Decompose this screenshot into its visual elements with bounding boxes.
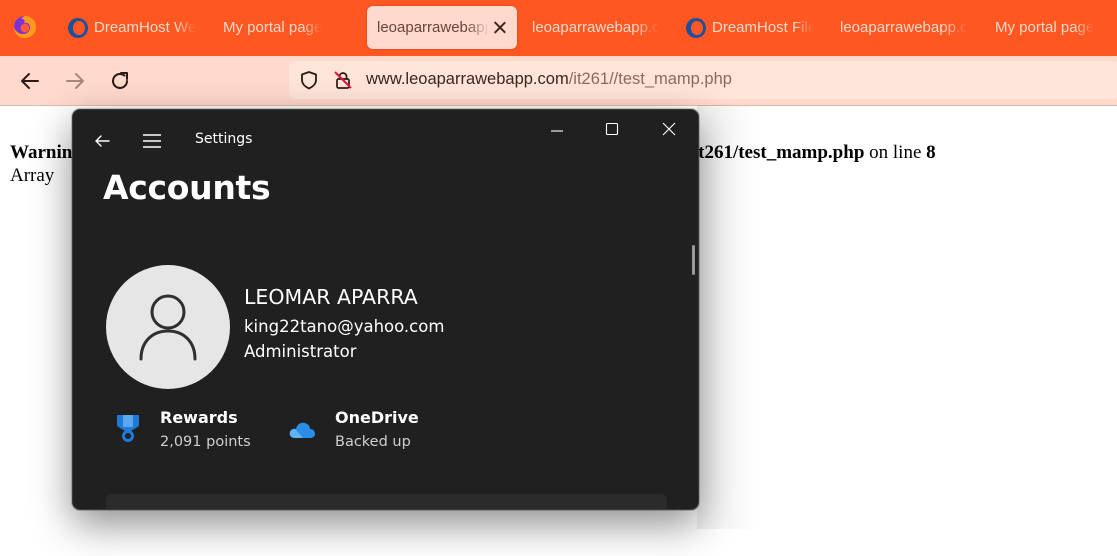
url-path: /it261//test_mamp.php [568, 70, 732, 88]
person-icon [139, 294, 197, 361]
tab-label: DreamHost File [712, 19, 814, 36]
tab-leoaparrawebapp-active[interactable]: leoaparrawebapp [367, 6, 517, 49]
tab-my-portal-page[interactable]: My portal page [223, 6, 343, 49]
rewards-points: 2,091 points [160, 434, 251, 450]
tab-dreamhost-files[interactable]: DreamHost File [686, 6, 814, 49]
arrow-right-icon [66, 73, 84, 89]
window-shadow [697, 105, 762, 529]
user-role: Administrator [244, 342, 357, 361]
forward-button[interactable] [60, 66, 90, 96]
minimize-icon [551, 130, 563, 132]
scrollbar-thumb[interactable] [692, 245, 695, 275]
tab-label: leoaparrawebapp.c [532, 19, 660, 36]
maximize-button[interactable] [598, 118, 626, 140]
onedrive-title: OneDrive [335, 408, 419, 427]
url-domain: www.leoaparrawebapp.com [366, 70, 569, 88]
close-icon [662, 122, 676, 136]
tab-label: leoaparrawebapp.c [840, 19, 968, 36]
browser-tab-strip: DreamHost Web My portal page leoaparrawe… [0, 0, 1117, 56]
close-tab-icon[interactable] [491, 19, 509, 37]
warning-line-number: 8 [926, 142, 936, 163]
maximize-icon [605, 122, 619, 136]
tab-label: My portal page [995, 19, 1095, 36]
tab-leoaparrawebapp-2[interactable]: leoaparrawebapp.c [840, 6, 970, 49]
hamburger-menu-icon [143, 134, 161, 148]
back-button[interactable] [89, 130, 115, 152]
onedrive-status: Backed up [335, 434, 411, 450]
tab-label: DreamHost Web [94, 19, 196, 36]
dreamhost-icon [68, 17, 88, 38]
back-button[interactable] [15, 66, 45, 96]
arrow-left-icon [21, 73, 39, 89]
reload-icon [112, 72, 128, 89]
page-title: Accounts [103, 168, 271, 207]
menu-button[interactable] [141, 130, 163, 152]
tab-label: My portal page [223, 19, 323, 36]
warning-on-line-label: on line [869, 142, 922, 163]
array-text: Array [10, 165, 55, 186]
app-title: Settings [195, 131, 253, 147]
onedrive-cloud-icon [289, 422, 315, 438]
settings-card[interactable] [106, 494, 667, 509]
browser-nav-bar: www.leoaparrawebapp.com/it261//test_mamp… [0, 56, 1117, 106]
close-button[interactable] [655, 118, 683, 140]
rewards-medal-icon [117, 415, 139, 442]
tab-dreamhost-web[interactable]: DreamHost Web [68, 6, 196, 49]
tab-leoaparrawebapp[interactable]: leoaparrawebapp.c [532, 6, 662, 49]
url-text: www.leoaparrawebapp.com/it261//test_mamp… [366, 70, 732, 89]
rewards-title: Rewards [160, 408, 238, 427]
arrow-left-icon [95, 135, 110, 147]
shield-icon[interactable] [299, 70, 319, 90]
user-email: king22tano@yahoo.com [244, 317, 445, 336]
reload-button[interactable] [105, 66, 135, 96]
address-bar[interactable]: www.leoaparrawebapp.com/it261//test_mamp… [289, 61, 1117, 99]
minimize-button[interactable] [543, 118, 571, 140]
dreamhost-icon [686, 17, 706, 38]
settings-window: Settings Accounts LEOMAR APARRA king22ta… [72, 109, 699, 510]
warning-prefix: Warnin [10, 142, 73, 163]
firefox-icon[interactable] [12, 14, 38, 40]
tab-my-portal-page-2[interactable]: My portal page [995, 6, 1117, 49]
insecure-lock-icon[interactable] [333, 70, 353, 90]
user-name: LEOMAR APARRA [244, 285, 418, 309]
avatar[interactable] [106, 265, 230, 389]
tab-label: leoaparrawebapp [377, 19, 489, 36]
